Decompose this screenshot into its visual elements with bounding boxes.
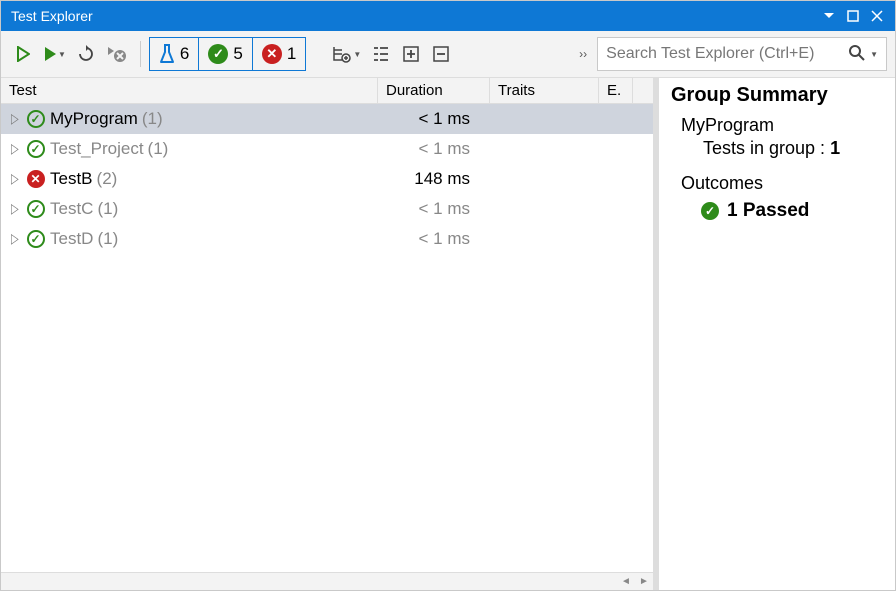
separator — [140, 41, 141, 67]
col-traits[interactable]: Traits — [490, 78, 599, 103]
expand-icon[interactable]: ▷ — [11, 111, 21, 126]
group-by-button[interactable] — [367, 39, 395, 69]
test-list-panel: Test Duration Traits E. ▷ MyProgram (1) < … — [1, 78, 659, 590]
filter-all-button[interactable]: 6 — [150, 38, 199, 70]
test-duration: < 1 ms — [378, 229, 490, 249]
titlebar: Test Explorer — [1, 1, 895, 31]
test-count: (1) — [97, 229, 118, 249]
test-name: Test_Project — [50, 139, 144, 159]
repeat-button[interactable] — [72, 39, 100, 69]
search-input[interactable] — [606, 45, 842, 63]
dropdown-button[interactable] — [817, 4, 841, 28]
fail-icon: ✕ — [262, 44, 282, 64]
test-row[interactable]: ▷ Test_Project (1) < 1 ms — [1, 134, 653, 164]
expand-all-button[interactable] — [397, 39, 425, 69]
scroll-right-icon[interactable]: ► — [635, 576, 653, 587]
filter-failed-count: 1 — [287, 44, 296, 64]
filter-passed-button[interactable]: ✓ 5 — [199, 38, 252, 70]
test-duration: < 1 ms — [378, 109, 490, 129]
column-headers: Test Duration Traits E. — [1, 78, 653, 104]
chevron-down-icon: ▼ — [58, 50, 66, 59]
test-row[interactable]: ▷ MyProgram (1) < 1 ms — [1, 104, 653, 134]
horizontal-scrollbar[interactable]: ◄ ► — [1, 572, 653, 590]
search-icon[interactable] — [848, 44, 866, 65]
test-row[interactable]: ▷ TestC (1) < 1 ms — [1, 194, 653, 224]
pass-icon — [25, 109, 46, 130]
chevron-down-icon[interactable]: ▼ — [870, 50, 878, 59]
playlist-button[interactable]: ▼ — [328, 39, 365, 69]
expand-icon[interactable]: ▷ — [11, 141, 21, 156]
expand-icon[interactable]: ▷ — [11, 231, 21, 246]
search-box[interactable]: ▼ — [597, 37, 887, 71]
tests-in-group: Tests in group : 1 — [703, 138, 883, 159]
maximize-button[interactable] — [841, 4, 865, 28]
test-rows: ▷ MyProgram (1) < 1 ms ▷ Test_Project (1) < 1… — [1, 104, 653, 590]
test-name: TestB — [50, 169, 93, 189]
expand-icon[interactable]: ▷ — [11, 201, 21, 216]
run-button[interactable]: ▼ — [39, 39, 70, 69]
cancel-run-button[interactable] — [102, 39, 132, 69]
test-row[interactable]: ▷ TestD (1) < 1 ms — [1, 224, 653, 254]
pass-icon — [25, 229, 46, 250]
run-all-button[interactable] — [9, 39, 37, 69]
test-name: MyProgram — [50, 109, 138, 129]
filter-all-count: 6 — [180, 44, 189, 64]
col-error[interactable]: E. — [599, 78, 633, 103]
test-duration: < 1 ms — [378, 139, 490, 159]
expand-icon[interactable]: ▷ — [11, 171, 21, 186]
collapse-all-button[interactable] — [427, 39, 455, 69]
pass-icon: ✓ — [208, 44, 228, 64]
test-count: (1) — [142, 109, 163, 129]
pass-icon — [701, 202, 719, 220]
detail-panel: Group Summary MyProgram Tests in group :… — [659, 78, 895, 590]
filter-failed-button[interactable]: ✕ 1 — [253, 38, 305, 70]
pass-icon — [25, 199, 46, 220]
scroll-left-icon[interactable]: ◄ — [617, 576, 635, 587]
col-test[interactable]: Test — [1, 78, 378, 103]
test-count: (1) — [97, 199, 118, 219]
fail-icon — [25, 169, 46, 190]
toolbar: ▼ 6 ✓ 5 ✕ 1 ▼ — [1, 31, 895, 78]
close-button[interactable] — [865, 4, 889, 28]
test-count: (1) — [148, 139, 169, 159]
summary-heading: Group Summary — [671, 84, 883, 107]
group-name: MyProgram — [681, 115, 883, 136]
test-name: TestC — [50, 199, 93, 219]
filter-passed-count: 5 — [233, 44, 242, 64]
pass-icon — [25, 139, 46, 160]
test-row[interactable]: ▷ TestB (2) 148 ms — [1, 164, 653, 194]
test-count-filter-group: 6 ✓ 5 ✕ 1 — [149, 37, 306, 71]
test-duration: 148 ms — [378, 169, 490, 189]
outcome-passed: 1 Passed — [701, 200, 883, 222]
test-name: TestD — [50, 229, 93, 249]
test-count: (2) — [97, 169, 118, 189]
flask-icon — [159, 44, 175, 64]
toolbar-overflow-button[interactable]: ›› — [575, 39, 591, 69]
chevron-down-icon: ▼ — [353, 50, 361, 59]
outcomes-heading: Outcomes — [681, 173, 883, 194]
test-duration: < 1 ms — [378, 199, 490, 219]
col-duration[interactable]: Duration — [378, 78, 490, 103]
window-title: Test Explorer — [11, 8, 817, 24]
